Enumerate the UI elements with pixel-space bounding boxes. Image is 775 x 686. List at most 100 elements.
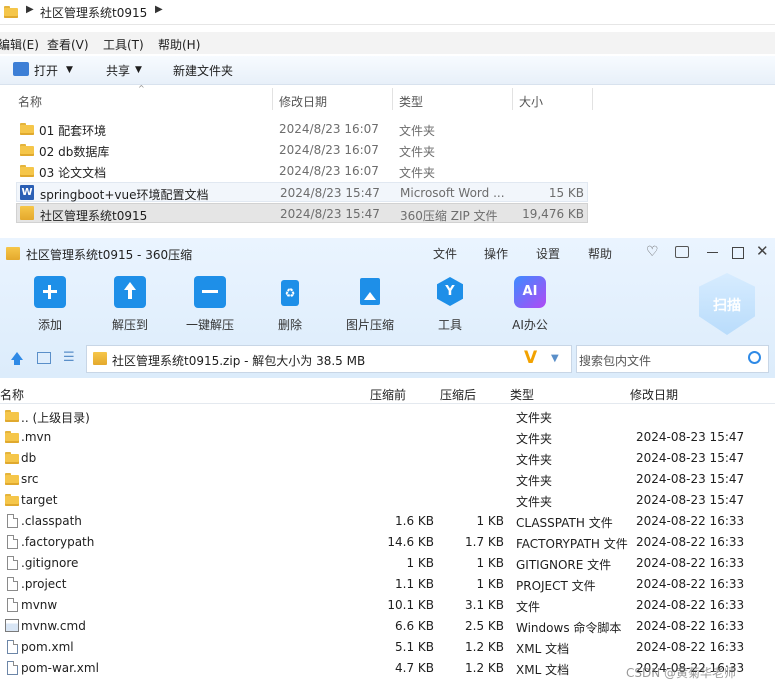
image-compress-button[interactable]: 图片压缩: [340, 276, 400, 333]
list-item[interactable]: 02 db数据库 2024/8/23 16:07 文件夹: [16, 140, 588, 160]
xml-icon: [7, 661, 18, 675]
item-packed-size: 6.6 KB: [395, 619, 434, 633]
scan-label: 扫描: [713, 298, 741, 314]
minimize-icon[interactable]: [707, 252, 718, 253]
chevron-right-icon[interactable]: ▶: [155, 4, 163, 15]
item-date: 2024-08-23 15:47: [636, 493, 745, 507]
item-name: .factorypath: [21, 535, 95, 549]
column-divider[interactable]: [512, 88, 513, 110]
table-row[interactable]: src 文件夹 2024-08-23 15:47: [0, 469, 775, 490]
table-row[interactable]: .classpath 1.6 KB 1 KB CLASSPATH 文件 2024…: [0, 511, 775, 532]
file-icon: [7, 514, 18, 528]
item-name: target: [21, 493, 58, 507]
table-row[interactable]: mvnw.cmd 6.6 KB 2.5 KB Windows 命令脚本 2024…: [0, 616, 775, 637]
delete-button[interactable]: ♻ 删除: [260, 276, 320, 333]
item-name: db: [21, 451, 37, 465]
ai-office-button[interactable]: AI AI办公: [500, 276, 560, 333]
folder-icon: [4, 6, 18, 18]
item-unpacked-size: 3.1 KB: [465, 598, 504, 612]
table-row[interactable]: .. (上级目录) 文件夹: [0, 406, 775, 427]
share-button[interactable]: 共享: [106, 62, 130, 79]
list-item[interactable]: W springboot+vue环境配置文档 2024/8/23 15:47 M…: [16, 182, 588, 202]
menu-file[interactable]: 文件: [433, 245, 457, 262]
item-type: 360压缩 ZIP 文件: [400, 209, 498, 223]
item-type: Windows 命令脚本: [516, 621, 622, 635]
column-divider[interactable]: [272, 88, 273, 110]
file-icon: [7, 577, 18, 591]
chevron-right-icon[interactable]: ▶: [26, 4, 34, 15]
column-type[interactable]: 类型: [399, 93, 423, 110]
column-date[interactable]: 修改日期: [279, 93, 327, 110]
item-packed-size: 1.1 KB: [395, 577, 434, 591]
tools-icon: Y: [434, 276, 466, 308]
tool-label: AI办公: [512, 318, 548, 332]
item-packed-size: 10.1 KB: [387, 598, 434, 612]
table-row[interactable]: pom.xml 5.1 KB 1.2 KB XML 文档 2024-08-22 …: [0, 637, 775, 658]
divider: [0, 403, 775, 404]
search-box[interactable]: 搜索包内文件: [576, 345, 769, 373]
menu-settings[interactable]: 设置: [536, 245, 560, 262]
maximize-icon[interactable]: [732, 247, 744, 259]
thumbnail-view-icon[interactable]: [37, 352, 51, 364]
menu-help[interactable]: 帮助: [588, 245, 612, 262]
up-arrow-icon[interactable]: [11, 352, 23, 360]
tool-label: 添加: [37, 318, 62, 332]
list-view-icon[interactable]: ☰: [63, 350, 75, 365]
one-click-extract-button[interactable]: 一键解压: [180, 276, 240, 333]
new-folder-button[interactable]: 新建文件夹: [173, 62, 233, 79]
table-row[interactable]: target 文件夹 2024-08-23 15:47: [0, 490, 775, 511]
chevron-down-icon[interactable]: ▼: [66, 65, 73, 75]
folder-icon: [5, 410, 19, 422]
feedback-icon[interactable]: [675, 246, 689, 258]
list-item[interactable]: 社区管理系统t0915 2024/8/23 15:47 360压缩 ZIP 文件…: [16, 203, 588, 223]
folder-icon: [5, 473, 19, 485]
menu-tools[interactable]: 工具(T): [103, 36, 144, 53]
item-name: 03 论文文档: [39, 166, 107, 180]
column-date[interactable]: 修改日期: [630, 386, 678, 403]
xml-icon: [7, 640, 18, 654]
skin-icon[interactable]: ♡: [646, 244, 659, 260]
v-logo-icon[interactable]: V: [524, 348, 537, 368]
table-row[interactable]: .mvn 文件夹 2024-08-23 15:47: [0, 427, 775, 448]
menu-edit[interactable]: 编辑(E): [0, 36, 39, 53]
search-icon[interactable]: [748, 351, 761, 364]
table-row[interactable]: db 文件夹 2024-08-23 15:47: [0, 448, 775, 469]
column-packed[interactable]: 压缩前: [370, 386, 406, 403]
extract-to-button[interactable]: 解压到: [100, 276, 160, 333]
column-name[interactable]: 名称: [18, 93, 42, 110]
column-name[interactable]: 名称: [0, 386, 24, 403]
zip-icon: [6, 247, 20, 260]
address-bar[interactable]: 社区管理系统t0915.zip - 解包大小为 38.5 MB V ▼: [86, 345, 572, 373]
extract-icon: [114, 276, 146, 308]
chevron-down-icon[interactable]: ▼: [135, 65, 142, 75]
table-row[interactable]: mvnw 10.1 KB 3.1 KB 文件 2024-08-22 16:33: [0, 595, 775, 616]
column-divider[interactable]: [592, 88, 593, 110]
menu-help[interactable]: 帮助(H): [158, 36, 200, 53]
chevron-down-icon[interactable]: ▼: [551, 353, 559, 364]
add-button[interactable]: 添加: [20, 276, 80, 333]
trash-icon: ♻: [274, 276, 306, 308]
open-button[interactable]: 打开: [34, 62, 58, 79]
item-packed-size: 1.6 KB: [395, 514, 434, 528]
item-date: 2024-08-23 15:47: [636, 451, 745, 465]
menu-view[interactable]: 查看(V): [47, 36, 89, 53]
explorer-menu-bar: 编辑(E) 查看(V) 工具(T) 帮助(H): [0, 32, 775, 54]
item-type: 文件夹: [516, 474, 553, 488]
close-icon[interactable]: ✕: [756, 242, 769, 260]
list-item[interactable]: 01 配套环境 2024/8/23 16:07 文件夹: [16, 119, 588, 139]
table-row[interactable]: .factorypath 14.6 KB 1.7 KB FACTORYPATH …: [0, 532, 775, 553]
list-item[interactable]: 03 论文文档 2024/8/23 16:07 文件夹: [16, 161, 588, 181]
tools-button[interactable]: Y 工具: [420, 276, 480, 333]
column-unpacked[interactable]: 压缩后: [440, 386, 476, 403]
breadcrumb-item[interactable]: 社区管理系统t0915: [40, 4, 147, 21]
column-divider[interactable]: [392, 88, 393, 110]
one-click-extract-icon: [194, 276, 226, 308]
tool-label: 工具: [437, 318, 462, 332]
item-name: pom.xml: [21, 640, 74, 654]
menu-operation[interactable]: 操作: [484, 245, 508, 262]
table-row[interactable]: .project 1.1 KB 1 KB PROJECT 文件 2024-08-…: [0, 574, 775, 595]
item-unpacked-size: 1 KB: [476, 577, 504, 591]
column-type[interactable]: 类型: [510, 386, 534, 403]
table-row[interactable]: .gitignore 1 KB 1 KB GITIGNORE 文件 2024-0…: [0, 553, 775, 574]
column-size[interactable]: 大小: [519, 93, 543, 110]
